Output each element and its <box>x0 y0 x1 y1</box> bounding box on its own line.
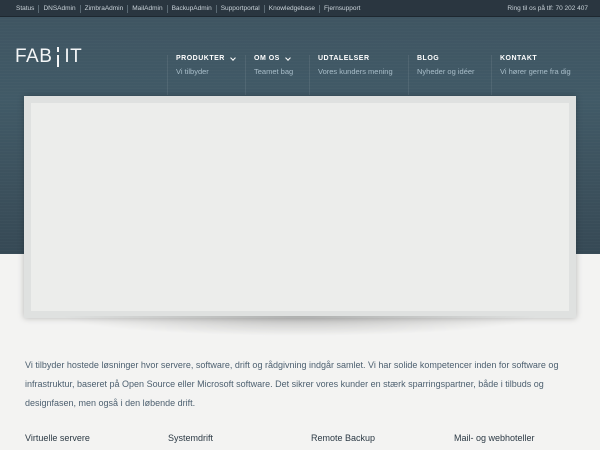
phone-number: Ring til os på tlf: 70 202 407 <box>507 5 588 12</box>
utility-link-fjernsupport[interactable]: Fjernsupport <box>320 5 365 13</box>
utility-link-mailadmin[interactable]: MailAdmin <box>128 4 168 13</box>
nav-item-om-os[interactable]: OM OS Teamet bag <box>245 54 294 95</box>
nav-title: UDTALELSER <box>318 55 370 62</box>
top-utility-bar: Status DNSAdmin ZimbraAdmin MailAdmin Ba… <box>0 0 600 17</box>
nav-subtitle: Vi tilbyder <box>176 67 209 76</box>
site-logo[interactable]: FAB IT <box>15 45 82 69</box>
hero-slider[interactable] <box>31 103 569 311</box>
nav-title: PRODUKTER <box>176 55 225 62</box>
utility-link-backupadmin[interactable]: BackupAdmin <box>168 4 217 13</box>
chevron-down-icon <box>285 54 291 61</box>
utility-link-supportportal[interactable]: Supportportal <box>217 4 265 13</box>
nav-title: KONTAKT <box>500 55 538 62</box>
logo-text-right: IT <box>64 46 83 67</box>
slider-shadow <box>60 316 540 336</box>
nav-item-blog[interactable]: BLOG Nyheder og idéer <box>408 55 475 95</box>
utility-link-status[interactable]: Status <box>12 4 40 13</box>
utility-link-zimbraadmin[interactable]: ZimbraAdmin <box>81 4 129 13</box>
nav-subtitle: Vi hører gerne fra dig <box>500 67 571 76</box>
nav-subtitle: Teamet bag <box>254 67 294 76</box>
nav-title: BLOG <box>417 55 440 62</box>
service-heading-system-operations[interactable]: Systemdrift <box>168 433 213 443</box>
service-heading-virtual-servers[interactable]: Virtuelle servere <box>25 433 90 443</box>
services-row: Virtuelle servere Systemdrift Remote Bac… <box>25 433 585 450</box>
chevron-down-icon <box>230 54 236 61</box>
logo-separator-icon <box>54 46 62 68</box>
nav-subtitle: Nyheder og idéer <box>417 67 475 76</box>
utility-link-dnsadmin[interactable]: DNSAdmin <box>39 4 81 13</box>
nav-item-kontakt[interactable]: KONTAKT Vi hører gerne fra dig <box>491 55 571 95</box>
nav-title: OM OS <box>254 55 280 62</box>
logo-text-left: FAB <box>15 46 53 67</box>
nav-subtitle: Vores kunders mening <box>318 67 393 76</box>
nav-item-udtalelser[interactable]: UDTALELSER Vores kunders mening <box>309 55 393 95</box>
intro-text: Vi tilbyder hostede løsninger hvor serve… <box>25 360 559 408</box>
nav-item-produkter[interactable]: PRODUKTER Vi tilbyder <box>167 54 236 95</box>
service-heading-remote-backup[interactable]: Remote Backup <box>311 433 375 443</box>
utility-links: Status DNSAdmin ZimbraAdmin MailAdmin Ba… <box>12 0 365 17</box>
service-heading-mail-web-hosting[interactable]: Mail- og webhoteller <box>454 433 535 443</box>
utility-link-knowledgebase[interactable]: Knowledgebase <box>265 4 320 13</box>
